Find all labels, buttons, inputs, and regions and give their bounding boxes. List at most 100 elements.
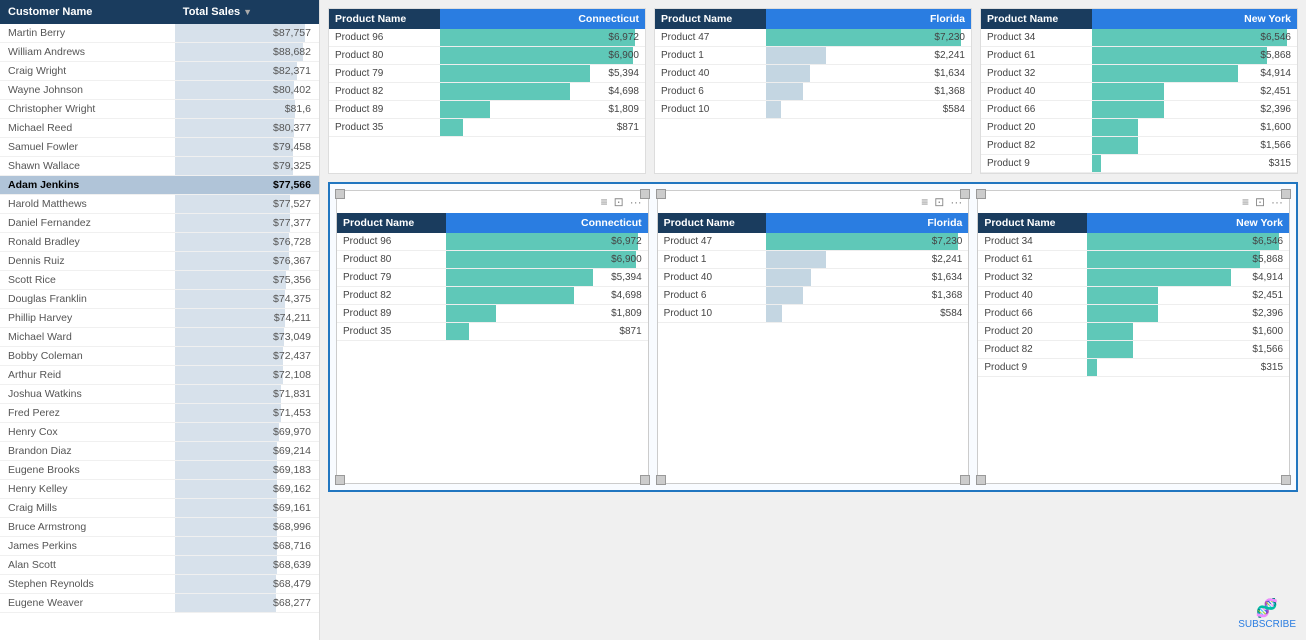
product-row[interactable]: Product 89$1,809 — [337, 305, 648, 323]
product-row[interactable]: Product 40$2,451 — [981, 83, 1297, 101]
table-row[interactable]: Douglas Franklin$74,375 — [0, 290, 319, 309]
product-row[interactable]: Product 6$1,368 — [658, 287, 969, 305]
product-row[interactable]: Product 47$7,230 — [658, 233, 969, 251]
table-row[interactable]: Scott Rice$75,356 — [0, 271, 319, 290]
product-value-cell: $1,634 — [766, 65, 971, 83]
resize-icon[interactable]: ⊡ — [1255, 195, 1265, 209]
resize-handle-br[interactable] — [960, 475, 970, 485]
table-row[interactable]: William Andrews$88,682 — [0, 43, 319, 62]
table-row[interactable]: Fred Perez$71,453 — [0, 404, 319, 423]
table-row[interactable]: Phillip Harvey$74,211 — [0, 309, 319, 328]
table-row[interactable]: James Perkins$68,716 — [0, 537, 319, 556]
table-row[interactable]: Henry Cox$69,970 — [0, 423, 319, 442]
resize-icon[interactable]: ⊡ — [614, 195, 624, 209]
product-row[interactable]: Product 34$6,546 — [981, 29, 1297, 47]
product-row[interactable]: Product 40$1,634 — [655, 65, 971, 83]
product-row[interactable]: Product 1$2,241 — [655, 47, 971, 65]
table-row[interactable]: Adam Jenkins$77,566 — [0, 176, 319, 195]
lines-icon[interactable]: ≡ — [601, 195, 608, 209]
product-row[interactable]: Product 1$2,241 — [658, 251, 969, 269]
table-row[interactable]: Shawn Wallace$79,325 — [0, 157, 319, 176]
table-row[interactable]: Bobby Coleman$72,437 — [0, 347, 319, 366]
sales-cell: $77,566 — [175, 176, 319, 195]
chart-widget-florida-bot: ≡⊡···Product NameFloridaProduct 47$7,230… — [657, 190, 970, 484]
table-row[interactable]: Craig Wright$82,371 — [0, 62, 319, 81]
total-sales-header[interactable]: Total Sales ▼ — [175, 0, 319, 24]
product-row[interactable]: Product 82$1,566 — [978, 341, 1289, 359]
product-row[interactable]: Product 9$315 — [981, 155, 1297, 173]
product-row[interactable]: Product 61$5,868 — [981, 47, 1297, 65]
resize-handle-tr[interactable] — [640, 189, 650, 199]
lines-icon[interactable]: ≡ — [921, 195, 928, 209]
product-row[interactable]: Product 61$5,868 — [978, 251, 1289, 269]
product-row[interactable]: Product 10$584 — [655, 101, 971, 119]
table-row[interactable]: Harold Matthews$77,527 — [0, 195, 319, 214]
product-row[interactable]: Product 96$6,972 — [329, 29, 645, 47]
product-name-cell: Product 82 — [329, 83, 440, 101]
product-row[interactable]: Product 89$1,809 — [329, 101, 645, 119]
product-row[interactable]: Product 35 $871 — [337, 323, 648, 341]
product-row[interactable]: Product 32$4,914 — [981, 65, 1297, 83]
product-value-text: $871 — [619, 326, 641, 337]
product-row[interactable]: Product 79$5,394 — [337, 269, 648, 287]
resize-handle-br[interactable] — [1281, 475, 1291, 485]
product-row[interactable]: Product 66$2,396 — [981, 101, 1297, 119]
product-row[interactable]: Product 6$1,368 — [655, 83, 971, 101]
table-row[interactable]: Wayne Johnson$80,402 — [0, 81, 319, 100]
product-row[interactable]: Product 20$1,600 — [981, 119, 1297, 137]
product-value-text: $6,972 — [611, 236, 642, 247]
table-row[interactable]: Samuel Fowler$79,458 — [0, 138, 319, 157]
table-row[interactable]: Alan Scott$68,639 — [0, 556, 319, 575]
table-row[interactable]: Christopher Wright$81,6 — [0, 100, 319, 119]
subscribe-button[interactable]: 🧬 SUBSCRIBE — [1238, 598, 1296, 630]
resize-handle-bl[interactable] — [976, 475, 986, 485]
resize-icon[interactable]: ⊡ — [934, 195, 944, 209]
table-row[interactable]: Joshua Watkins$71,831 — [0, 385, 319, 404]
product-row[interactable]: Product 82$1,566 — [981, 137, 1297, 155]
table-row[interactable]: Bruce Armstrong$68,996 — [0, 518, 319, 537]
sales-value: $73,049 — [273, 331, 311, 343]
product-name-cell: Product 35 — [337, 323, 446, 341]
resize-handle-tl[interactable] — [335, 189, 345, 199]
product-row[interactable]: Product 79$5,394 — [329, 65, 645, 83]
product-bar — [1087, 341, 1133, 358]
table-row[interactable]: Eugene Brooks$69,183 — [0, 461, 319, 480]
table-row[interactable]: Michael Ward$73,049 — [0, 328, 319, 347]
product-row[interactable]: Product 34$6,546 — [978, 233, 1289, 251]
table-row[interactable]: Henry Kelley$69,162 — [0, 480, 319, 499]
product-row[interactable]: Product 40$2,451 — [978, 287, 1289, 305]
state-header: Connecticut — [446, 213, 648, 233]
resize-handle-br[interactable] — [640, 475, 650, 485]
product-row[interactable]: Product 82$4,698 — [329, 83, 645, 101]
product-row[interactable]: Product 32$4,914 — [978, 269, 1289, 287]
product-row[interactable]: Product 20$1,600 — [978, 323, 1289, 341]
product-row[interactable]: Product 80$6,900 — [329, 47, 645, 65]
product-row[interactable]: Product 80$6,900 — [337, 251, 648, 269]
product-row[interactable]: Product 9$315 — [978, 359, 1289, 377]
product-row[interactable]: Product 35$871 — [329, 119, 645, 137]
customer-name-cell: Henry Cox — [0, 423, 175, 442]
product-row[interactable]: Product 96$6,972 — [337, 233, 648, 251]
product-row[interactable]: Product 82$4,698 — [337, 287, 648, 305]
product-row[interactable]: Product 10$584 — [658, 305, 969, 323]
product-row[interactable]: Product 47$7,230 — [655, 29, 971, 47]
table-row[interactable]: Brandon Diaz$69,214 — [0, 442, 319, 461]
table-row[interactable]: Craig Mills$69,161 — [0, 499, 319, 518]
table-row[interactable]: Stephen Reynolds$68,479 — [0, 575, 319, 594]
table-row[interactable]: Michael Reed$80,377 — [0, 119, 319, 138]
table-row[interactable]: Eugene Weaver$68,277 — [0, 594, 319, 613]
table-row[interactable]: Martin Berry$87,757 — [0, 24, 319, 43]
resize-handle-tr[interactable] — [960, 189, 970, 199]
table-row[interactable]: Arthur Reid$72,108 — [0, 366, 319, 385]
lines-icon[interactable]: ≡ — [1242, 195, 1249, 209]
table-row[interactable]: Daniel Fernandez$77,377 — [0, 214, 319, 233]
table-row[interactable]: Dennis Ruiz$76,367 — [0, 252, 319, 271]
resize-handle-tr[interactable] — [1281, 189, 1291, 199]
resize-handle-bl[interactable] — [335, 475, 345, 485]
product-row[interactable]: Product 66$2,396 — [978, 305, 1289, 323]
product-row[interactable]: Product 40$1,634 — [658, 269, 969, 287]
resize-handle-bl[interactable] — [656, 475, 666, 485]
table-row[interactable]: Ronald Bradley$76,728 — [0, 233, 319, 252]
resize-handle-tl[interactable] — [656, 189, 666, 199]
resize-handle-tl[interactable] — [976, 189, 986, 199]
